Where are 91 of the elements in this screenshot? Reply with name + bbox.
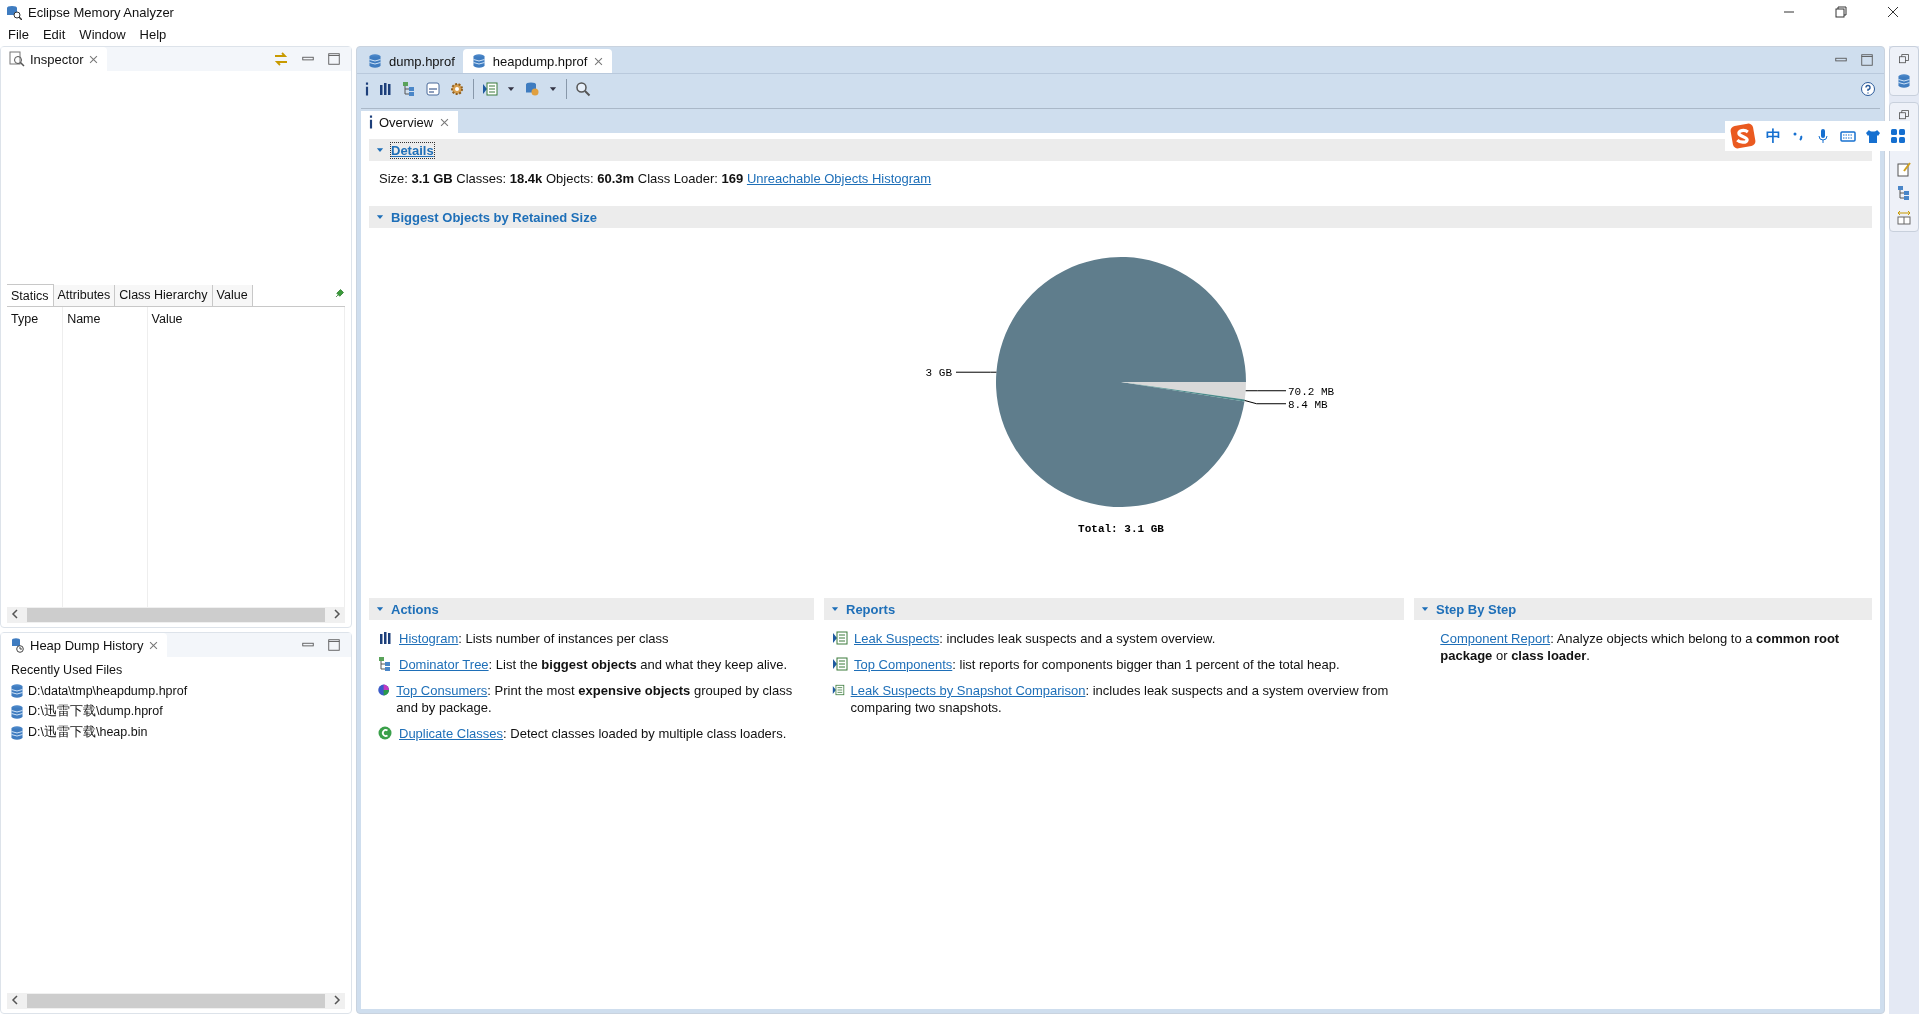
item-description: Leak Suspects: includes leak suspects and a system overview.: [854, 630, 1216, 647]
property-tab[interactable]: Statics: [7, 284, 54, 306]
leader-line: [1244, 390, 1286, 392]
item-description: Duplicate Classes: Detect classes loaded by multiple class loaders.: [399, 725, 787, 742]
menu-item[interactable]: Window: [79, 26, 126, 42]
section-header[interactable]: Step By Step: [1414, 598, 1872, 620]
item-description: Leak Suspects by Snapshot Comparison: includes leak suspects and a system overview from comparing two snapshots.: [850, 682, 1390, 716]
microphone-icon[interactable]: [1815, 128, 1831, 144]
restore-icon[interactable]: [1833, 4, 1849, 20]
property-tab[interactable]: Attributes: [53, 284, 116, 306]
leader-line: [1243, 400, 1286, 405]
file-path[interactable]: D:\迅雷下载\dump.hprof: [28, 703, 163, 720]
bar-chart-icon[interactable]: [377, 81, 393, 97]
scroll-right-icon[interactable]: [333, 609, 341, 619]
globe-icon: [377, 682, 391, 698]
restore-icon[interactable]: [1898, 109, 1910, 121]
report-icon: [832, 682, 845, 698]
overview-tab[interactable]: Overview: [361, 111, 459, 133]
chart-total: Total: 3.1 GB: [1077, 523, 1164, 535]
shirt-icon[interactable]: [1865, 128, 1881, 144]
item-description: Top Components: list reports for components bigger than 1 percent of the total heap.: [854, 656, 1340, 673]
class-icon: [377, 725, 393, 741]
report-icon: [832, 630, 848, 646]
slice-label: 70.2 MB: [1287, 385, 1334, 398]
window-title: Eclipse Memory Analyzer: [28, 4, 174, 20]
file-path[interactable]: D:\迅雷下载\heap.bin: [28, 724, 148, 741]
leader-line: [955, 371, 997, 373]
property-tab[interactable]: Value: [212, 284, 253, 306]
item-description: Histogram: Lists number of instances per class: [399, 630, 669, 647]
report-icon: [832, 656, 848, 672]
compare-icon[interactable]: [1896, 209, 1912, 225]
heap-summary: Size: 3.1 GB Classes: 18.4k Objects: 60.3m Class Loader: 169 Unreachable Objects Histogram: [378, 170, 933, 188]
item-description: Dominator Tree: List the biggest objects and what they keep alive.: [399, 656, 788, 673]
section-header[interactable]: Actions: [369, 598, 814, 620]
scroll-left-icon[interactable]: [11, 995, 19, 1005]
maximize-icon[interactable]: [1860, 53, 1874, 67]
help-icon[interactable]: [1860, 81, 1876, 97]
restore-icon[interactable]: [1898, 53, 1910, 65]
list-heading: Recently Used Files: [10, 662, 124, 679]
maximize-icon[interactable]: [327, 638, 341, 652]
database-icon: [9, 724, 25, 741]
view-tab[interactable]: Heap Dump History: [1, 633, 168, 657]
database-gear-icon[interactable]: [524, 81, 540, 97]
menu-item[interactable]: File: [8, 26, 29, 42]
pin-icon[interactable]: [333, 287, 345, 300]
query-icon[interactable]: [425, 81, 441, 97]
gear-icon[interactable]: [449, 81, 465, 97]
database-icon: [470, 53, 487, 69]
editor-tab[interactable]: heapdump.hprof: [462, 49, 613, 73]
menu-item[interactable]: Help: [139, 26, 167, 42]
database-icon: [9, 683, 25, 699]
tree-icon: [377, 656, 393, 672]
grid-icon[interactable]: [1890, 128, 1906, 144]
history-icon: [9, 637, 25, 653]
column-header: Value: [151, 312, 183, 326]
app-logo-icon: [6, 4, 22, 20]
item-description: Top Consumers: Print the most expensive objects grouped by class and by package.: [396, 682, 794, 716]
tree-icon[interactable]: [1896, 185, 1912, 201]
item-description: Component Report: Analyze objects which belong to a common root package or class loader.: [1440, 630, 1841, 664]
column-header: Name: [67, 312, 101, 326]
report-link[interactable]: Dominator Tree: [399, 657, 489, 672]
tree-icon[interactable]: [401, 81, 417, 97]
section-header[interactable]: Reports: [824, 598, 1404, 620]
column-header: Type: [11, 312, 39, 326]
database-icon: [9, 703, 25, 720]
slice-label: 8.4 MB: [1287, 398, 1328, 411]
section-header[interactable]: Biggest Objects by Retained Size: [369, 206, 1872, 228]
scrollbar[interactable]: [7, 607, 345, 623]
file-path[interactable]: D:\data\tmp\heapdump.hprof: [28, 684, 188, 698]
keyboard-icon[interactable]: [1840, 128, 1856, 144]
view-tab[interactable]: Inspector: [1, 47, 108, 71]
notepad-icon[interactable]: [1896, 161, 1912, 177]
close-icon[interactable]: [1885, 4, 1901, 20]
slice-label: 3 GB: [925, 367, 952, 380]
scroll-left-icon[interactable]: [11, 609, 19, 619]
sync-arrows-icon[interactable]: [273, 51, 289, 67]
bar-chart-icon: [377, 630, 393, 646]
menu-item[interactable]: Edit: [42, 26, 66, 42]
report-icon[interactable]: [482, 81, 498, 97]
inspector-icon: [9, 51, 25, 67]
info-icon: [369, 115, 373, 129]
editor-tab[interactable]: dump.hprof: [359, 49, 463, 73]
maximize-icon[interactable]: [327, 52, 341, 66]
database-icon: [367, 53, 383, 69]
search-icon[interactable]: [575, 81, 591, 97]
scroll-right-icon[interactable]: [333, 995, 341, 1005]
histogram-link[interactable]: Unreachable Objects Histogram: [746, 171, 932, 186]
heap-search-icon: [1896, 73, 1912, 89]
info-icon[interactable]: [365, 82, 369, 96]
property-tab[interactable]: Class Hierarchy: [115, 284, 213, 306]
scrollbar[interactable]: [7, 993, 345, 1009]
